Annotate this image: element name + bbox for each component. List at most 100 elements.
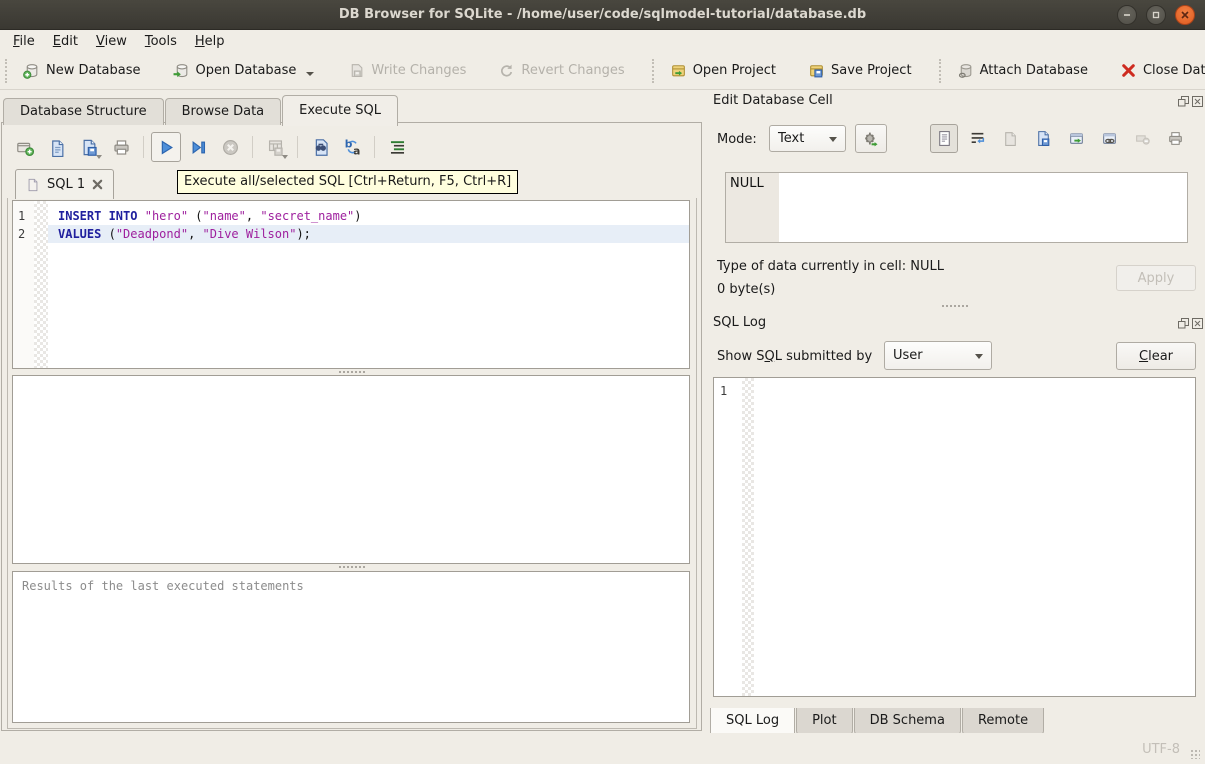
word-wrap-button[interactable] [963,124,991,153]
menu-file[interactable]: File [4,32,44,51]
replace-button[interactable]: b a [337,132,367,162]
remove-cell-button[interactable] [1128,124,1156,153]
print-sql-button[interactable] [106,132,136,162]
close-database-button[interactable]: Close Database [1111,57,1205,84]
export-file-icon [1035,130,1052,147]
new-database-button[interactable]: New Database [14,57,150,84]
line-number-gutter: 1 2 [13,201,34,368]
resize-grip[interactable] [1190,749,1200,759]
text-mode-button[interactable] [930,124,958,153]
cell-type-info: Type of data currently in cell: NULL [717,259,944,274]
toolbar-grip[interactable] [652,59,654,83]
tab-plot[interactable]: Plot [796,708,853,735]
execute-line-icon [189,138,208,157]
write-changes-button[interactable]: Write Changes [339,57,475,84]
cell-value-editor[interactable]: NULL [725,172,1188,243]
apply-button[interactable]: Apply [1116,265,1196,291]
sql-log-view[interactable]: 1 [713,377,1196,697]
right-panel-splitter[interactable] [705,303,1205,309]
toolbar-grip[interactable] [5,59,7,83]
main-toolbar: New Database Open Database Write Changes [0,52,1205,90]
tab-remote[interactable]: Remote [962,708,1044,735]
open-external-button[interactable] [1062,124,1090,153]
minimize-button[interactable] [1117,5,1137,25]
window-controls [1117,5,1195,25]
close-dock-button[interactable] [1191,317,1203,329]
window-export-icon [1068,130,1085,147]
grid-results-splitter[interactable] [8,564,696,570]
menu-view[interactable]: View [87,32,136,51]
results-grid-pane[interactable] [12,375,690,564]
svg-text:b: b [344,138,352,151]
log-filter-combobox[interactable]: User [884,341,992,370]
open-sql-tab-button[interactable] [10,132,40,162]
print-icon [1167,130,1184,147]
close-tab-icon[interactable] [92,179,103,190]
line-number: 2 [18,225,34,243]
new-database-icon [23,62,40,79]
open-database-button[interactable]: Open Database [164,57,324,84]
float-icon [1178,96,1189,107]
find-button[interactable] [305,132,335,162]
log-filter-value: User [893,348,923,363]
float-dock-button[interactable] [1177,95,1189,107]
format-sql-button[interactable] [382,132,412,162]
execute-line-button[interactable] [183,132,213,162]
sql-document-tab[interactable]: SQL 1 [15,169,114,199]
sql-code-editor[interactable]: 1 2 INSERT INTO "hero" ("name", "secret_… [12,200,690,369]
maximize-button[interactable] [1146,5,1166,25]
maximize-icon [1151,10,1161,20]
menu-tools[interactable]: Tools [136,32,186,51]
save-project-button[interactable]: Save Project [799,57,921,84]
titlebar[interactable]: DB Browser for SQLite - /home/user/code/… [0,0,1205,30]
mode-combobox[interactable]: Text [769,125,846,152]
menu-help[interactable]: Help [186,32,234,51]
svg-text:a: a [353,144,360,156]
link-cell-button[interactable] [1095,124,1123,153]
execute-icon [157,138,176,157]
sql-toolbar: b a [10,131,412,163]
execute-all-button[interactable] [151,132,181,162]
sql-line-2-current: VALUES ("Deadpond", "Dive Wilson"); [48,225,689,243]
cell-value: NULL [730,176,764,191]
open-database-dropdown-caret[interactable] [306,72,314,76]
log-filter-label: Show SQL submitted by [717,349,872,364]
remove-icon [1134,130,1151,147]
save-file-dropdown-caret[interactable] [96,155,102,159]
encoding-indicator: UTF-8 [1142,742,1180,757]
fold-margin [34,201,48,368]
minimize-icon [1122,10,1132,20]
sql-tab-label: SQL 1 [47,177,85,192]
import-cell-button[interactable] [996,124,1024,153]
import-mode-button[interactable] [855,124,887,153]
save-sql-file-button[interactable] [74,132,104,162]
export-cell-button[interactable] [1029,124,1057,153]
close-button[interactable] [1175,5,1195,25]
cell-size-info: 0 byte(s) [717,282,775,297]
tab-database-structure[interactable]: Database Structure [3,98,164,125]
open-file-icon [48,138,67,157]
combo-arrow-icon [829,137,837,142]
toolbar-grip[interactable] [939,59,941,83]
revert-changes-button[interactable]: Revert Changes [489,57,633,84]
window-link-icon [1101,130,1118,147]
clear-log-button[interactable]: Clear [1116,342,1196,370]
menu-edit[interactable]: Edit [44,32,87,51]
save-results-dropdown-caret[interactable] [282,155,288,159]
save-results-button[interactable] [260,132,290,162]
open-sql-file-button[interactable] [42,132,72,162]
stop-button[interactable] [215,132,245,162]
print-icon [112,138,131,157]
open-project-button[interactable]: Open Project [661,57,785,84]
open-database-icon [173,62,190,79]
float-dock-button[interactable] [1177,317,1189,329]
sql-line-1: INSERT INTO "hero" ("name", "secret_name… [48,207,689,225]
print-cell-button[interactable] [1161,124,1189,153]
close-dock-button[interactable] [1191,95,1203,107]
attach-database-button[interactable]: Attach Database [948,57,1097,84]
tab-execute-sql[interactable]: Execute SQL [282,95,398,126]
results-message-pane[interactable]: Results of the last executed statements [12,571,690,723]
tab-browse-data[interactable]: Browse Data [165,98,282,125]
sql-toolbar-separator [143,136,144,158]
tab-db-schema[interactable]: DB Schema [854,708,961,735]
